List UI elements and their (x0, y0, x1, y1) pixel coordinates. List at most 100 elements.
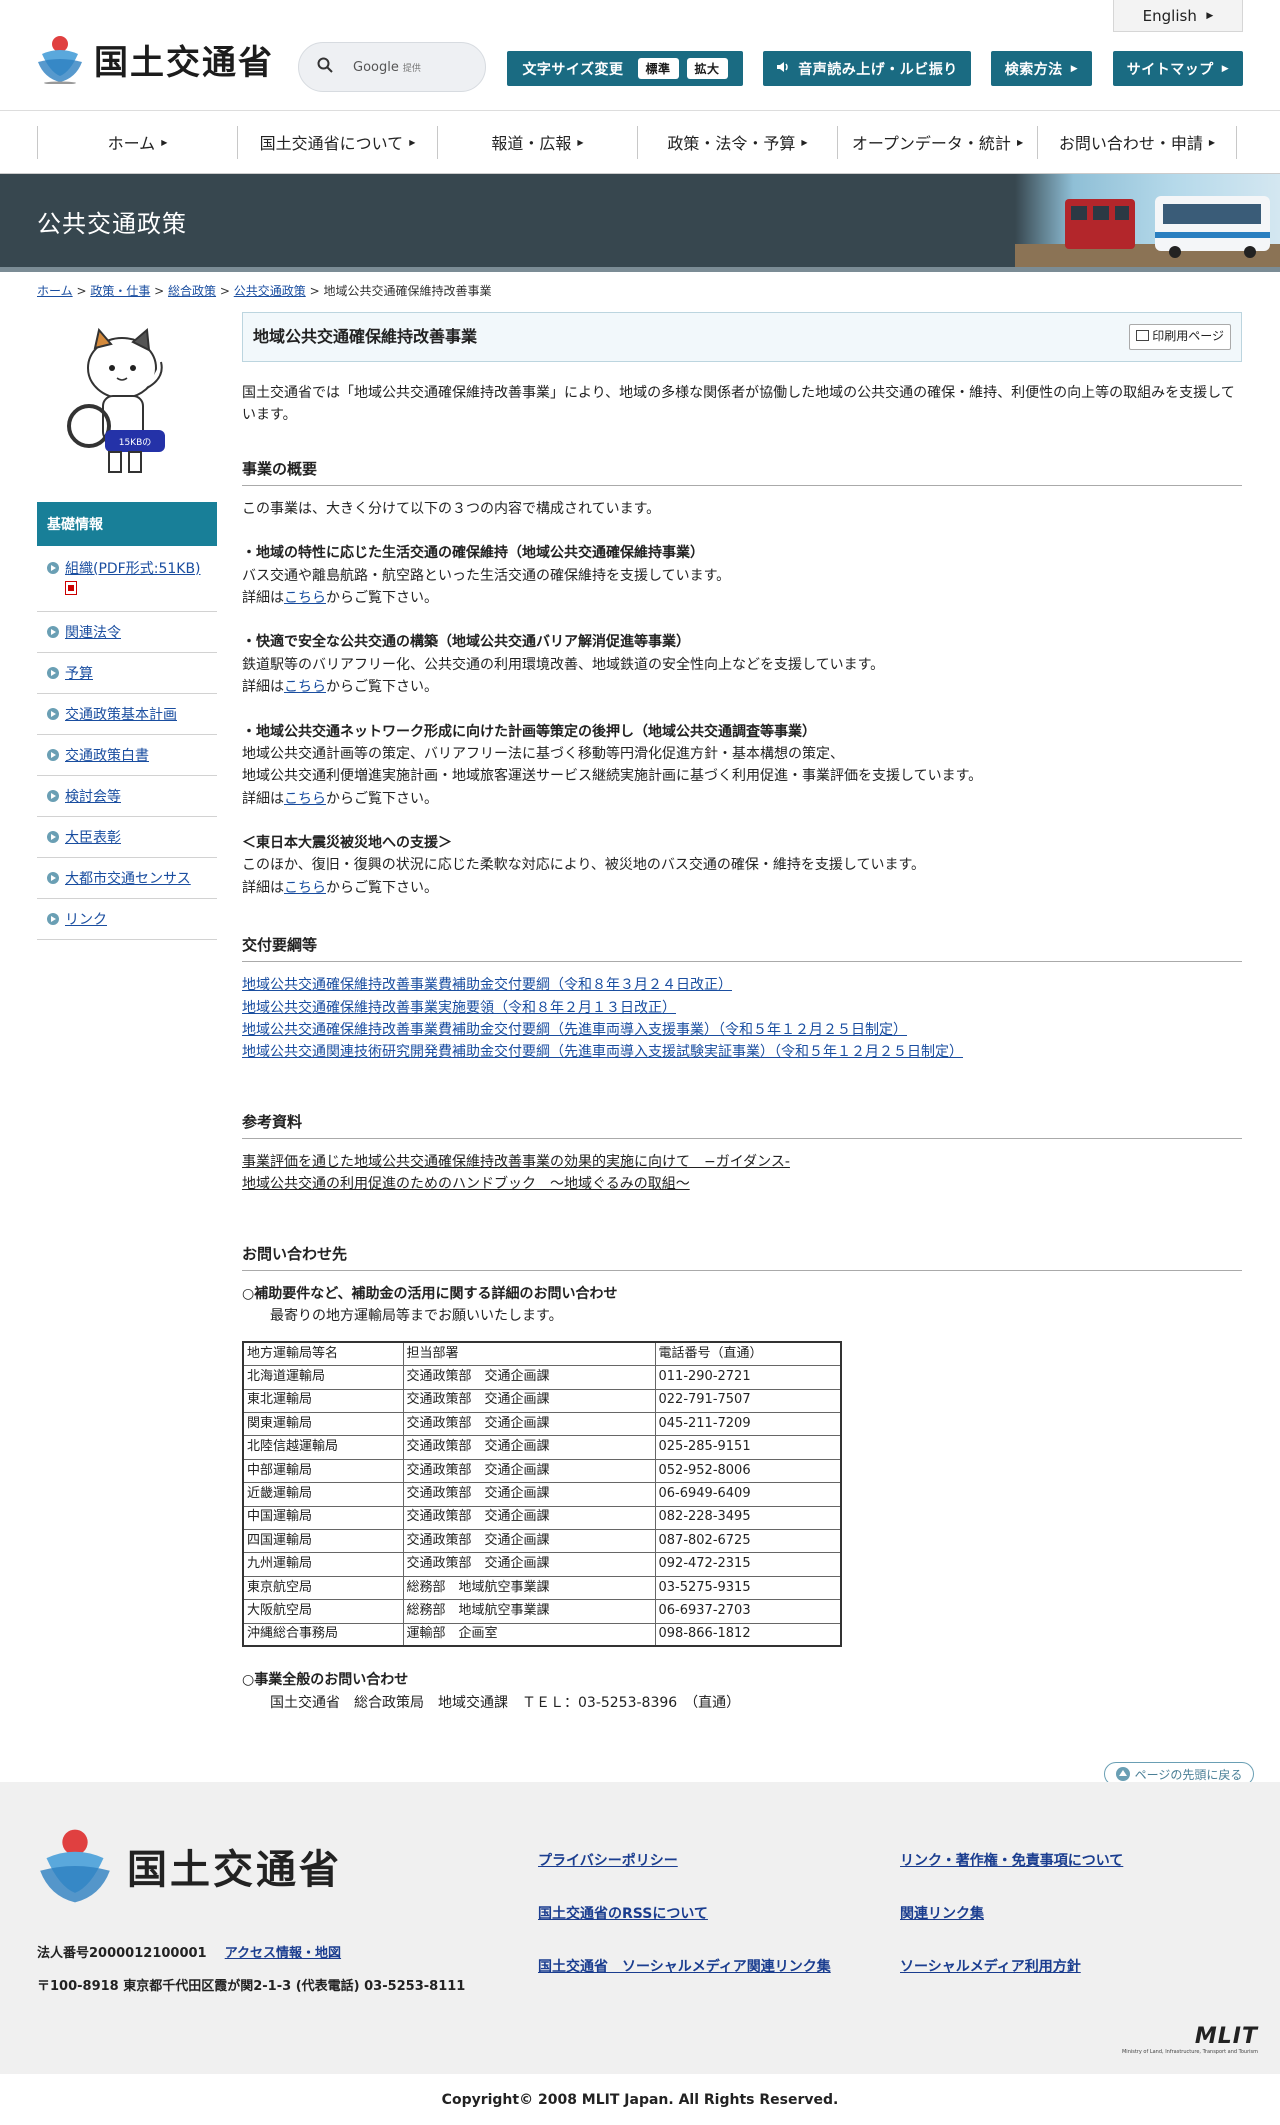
sitemap-button[interactable]: サイトマップ ▶ (1113, 51, 1243, 86)
sidebar-link[interactable]: 関連法令 (65, 622, 121, 642)
item1-detail: 詳細はこちらからご覧下さい。 (242, 587, 1242, 609)
nav-about[interactable]: 国土交通省について ▶ (237, 125, 437, 159)
sidebar-link[interactable]: 検討会等 (65, 786, 121, 806)
table-cell: 四国運輸局 (242, 1528, 404, 1554)
sidebar-item-white-paper[interactable]: 交通政策白書 (37, 735, 217, 776)
mlit-wordmark-text: MLIT (1194, 2024, 1258, 2049)
sidebar-item-laws[interactable]: 関連法令 (37, 612, 217, 653)
ref-link[interactable]: 事業評価を通じた地域公共交通確保維持改善事業の効果的実施に向けて −ガイダンス- (242, 1154, 790, 1170)
sidebar-item-organization[interactable]: 組織(PDF形式:51KB) (37, 546, 217, 612)
site-header: 国土交通省 Google 提供 English ▶ 文字サイズ変更 標準 拡大 … (0, 0, 1280, 111)
table-row: 北海道運輸局 交通政策部 交通企画課 011-290-2721 (242, 1365, 842, 1390)
youkou-link[interactable]: 地域公共交通確保維持改善事業費補助金交付要綱（先進車両導入支援事業）（令和５年１… (242, 1022, 907, 1038)
breadcrumb-general-policy[interactable]: 総合政策 (168, 284, 216, 298)
search-icon[interactable] (317, 57, 333, 77)
sidebar-link[interactable]: 組織(PDF形式:51KB) (65, 561, 201, 577)
table-cell: 総務部 地域航空事業課 (402, 1575, 656, 1601)
print-page-button[interactable]: 印刷用ページ (1129, 324, 1231, 350)
table-cell: 中国運輸局 (242, 1505, 404, 1531)
sidebar-item-census[interactable]: 大都市交通センサス (37, 858, 217, 899)
pdf-icon (65, 581, 77, 595)
sidebar-item-budget[interactable]: 予算 (37, 653, 217, 694)
chevron-circle-icon (47, 562, 59, 574)
english-link[interactable]: English ▶ (1113, 0, 1243, 32)
item1-detail-link[interactable]: こちら (284, 590, 326, 606)
table-row: 近畿運輸局 交通政策部 交通企画課 06-6949-6409 (242, 1482, 842, 1507)
sidebar-link[interactable]: 大都市交通センサス (65, 868, 191, 888)
breadcrumb: ホーム > 政策・仕事 > 総合政策 > 公共交通政策 > 地域公共交通確保維持… (37, 284, 492, 298)
mlit-logo-icon (40, 1829, 110, 1903)
nav-label: 国土交通省について (259, 134, 404, 153)
search-google-label: Google (353, 59, 399, 75)
item2-detail: 詳細はこちらからご覧下さい。 (242, 676, 1242, 698)
table-row: 東京航空局 総務部 地域航空事業課 03-5275-9315 (242, 1575, 842, 1601)
footer-link-privacy[interactable]: プライバシーポリシー (538, 1850, 678, 1870)
detail-prefix: 詳細は (242, 879, 284, 896)
ref-link[interactable]: 地域公共交通の利用促進のためのハンドブック ～地域ぐるみの取組～ (242, 1176, 690, 1192)
sidebar-item-awards[interactable]: 大臣表彰 (37, 817, 217, 858)
breadcrumb-policy[interactable]: 政策・仕事 (90, 284, 150, 298)
nav-home[interactable]: ホーム ▶ (37, 125, 237, 159)
sidebar-link[interactable]: 大臣表彰 (65, 827, 121, 847)
item4-detail: 詳細はこちらからご覧下さい。 (242, 877, 1242, 899)
speech-button[interactable]: 音声読み上げ・ルビ振り (763, 51, 971, 86)
sidebar-item-links[interactable]: リンク (37, 899, 217, 940)
breadcrumb-home[interactable]: ホーム (37, 284, 73, 298)
youkou-link[interactable]: 地域公共交通確保維持改善事業実施要領（令和８年２月１３日改正） (242, 1000, 676, 1016)
item4-detail-link[interactable]: こちら (284, 880, 326, 896)
table-cell: 045-211-7209 (654, 1412, 842, 1437)
table-cell: 092-472-2315 (654, 1552, 842, 1577)
nav-policy[interactable]: 政策・法令・予算 ▶ (637, 125, 837, 159)
sidebar-item-committees[interactable]: 検討会等 (37, 776, 217, 817)
search-method-label: 検索方法 (1004, 61, 1063, 78)
table-cell: 関東運輸局 (242, 1412, 404, 1437)
footer-link-rss[interactable]: 国土交通省のRSSについて (538, 1903, 708, 1923)
sidebar-link[interactable]: 予算 (65, 663, 93, 683)
search-method-button[interactable]: 検索方法 ▶ (991, 51, 1092, 86)
back-to-top-label: ページの先頭に戻る (1134, 1767, 1243, 1782)
footer-link-social-policy[interactable]: ソーシャルメディア利用方針 (900, 1956, 1081, 1976)
detail-suffix: からご覧下さい。 (326, 879, 438, 896)
banner-photo (1015, 174, 1280, 267)
item2-detail-link[interactable]: こちら (284, 679, 326, 695)
table-cell: 011-290-2721 (654, 1365, 842, 1390)
breadcrumb-public-transport[interactable]: 公共交通政策 (234, 284, 306, 298)
site-logo[interactable]: 国土交通省 (36, 34, 274, 85)
sidebar-link[interactable]: 交通政策基本計画 (65, 704, 177, 724)
sidebar-link[interactable]: 交通政策白書 (65, 745, 149, 765)
footer-link-copyright[interactable]: リンク・著作権・免責事項について (900, 1850, 1123, 1870)
sidebar-link[interactable]: リンク (65, 909, 107, 929)
corp-number: 法人番号2000012100001 (37, 1946, 207, 1961)
contact-table: 地方運輸局等名 担当部署 電話番号（直通） 北海道運輸局 交通政策部 交通企画課 0… (242, 1341, 842, 1648)
nav-press[interactable]: 報道・広報 ▶ (437, 125, 637, 159)
nav-contact[interactable]: お問い合わせ・申請 ▶ (1037, 125, 1237, 159)
nav-opendata[interactable]: オープンデータ・統計 ▶ (837, 125, 1037, 159)
table-cell: 交通政策部 交通企画課 (402, 1552, 656, 1577)
table-cell: 大阪航空局 (242, 1599, 404, 1624)
triangle-right-icon: ▶ (577, 137, 584, 147)
table-cell: 087-802-6725 (654, 1528, 842, 1554)
ref-heading: 参考資料 (242, 1110, 1242, 1139)
overview-lead: この事業は、大きく分けて以下の３つの内容で構成されています。 (242, 500, 661, 517)
footer-link-social[interactable]: 国土交通省 ソーシャルメディア関連リンク集 (538, 1956, 831, 1976)
font-large-button[interactable]: 拡大 (686, 58, 728, 79)
youkou-link[interactable]: 地域公共交通関連技術研究開発費補助金交付要綱（先進車両導入支援試験実証事業）（令… (242, 1044, 963, 1060)
footer-link-related[interactable]: 関連リンク集 (900, 1903, 984, 1923)
chevron-circle-icon (47, 790, 59, 802)
detail-prefix: 詳細は (242, 679, 284, 696)
item4-body: このほか、復旧・復興の状況に応じた柔軟な対応により、被災地のバス交通の確保・維持… (242, 857, 926, 874)
table-cell: 06-6937-2703 (654, 1599, 842, 1624)
sidebar-item-basic-plan[interactable]: 交通政策基本計画 (37, 694, 217, 735)
font-normal-button[interactable]: 標準 (637, 58, 679, 79)
youkou-link[interactable]: 地域公共交通確保維持改善事業費補助金交付要綱（令和８年３月２４日改正） (242, 977, 732, 993)
access-link[interactable]: アクセス情報・地図 (225, 1946, 341, 1961)
mlit-wordmark: MLIT Ministry of Land, Infrastructure, T… (1122, 2024, 1258, 2055)
footer-logo[interactable]: 国土交通省 (37, 1826, 342, 1906)
table-cell: 交通政策部 交通企画課 (402, 1388, 656, 1414)
item3-detail-link[interactable]: こちら (284, 791, 326, 807)
contact1-title: ○補助要件など、補助金の活用に関する詳細のお問い合わせ (242, 1285, 618, 1302)
table-cell: 082-228-3495 (654, 1505, 842, 1531)
mascot-text: 15KBの (119, 438, 152, 448)
table-row: 東北運輸局 交通政策部 交通企画課 022-791-7507 (242, 1388, 842, 1414)
search-box[interactable]: Google 提供 (298, 42, 486, 92)
